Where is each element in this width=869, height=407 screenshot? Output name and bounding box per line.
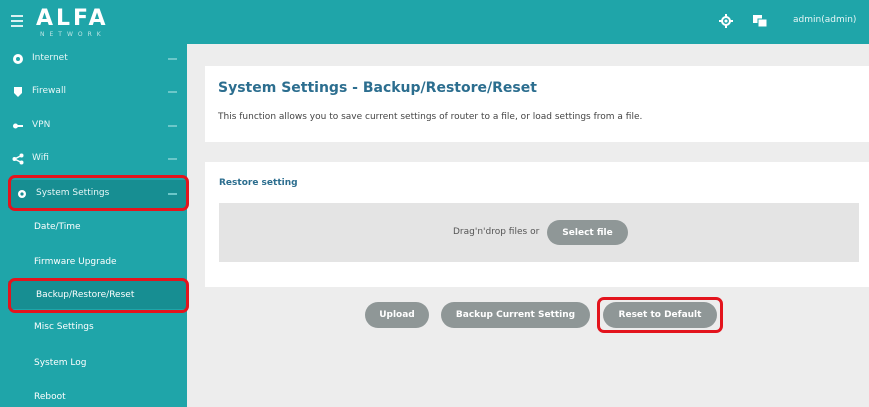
highlight-system-settings bbox=[8, 175, 189, 211]
sidebar-item-firewall[interactable]: Firewall bbox=[0, 77, 187, 107]
shield-icon bbox=[14, 87, 22, 97]
sidebar-item-label: VPN bbox=[32, 120, 51, 130]
sidebar-item-label: Internet bbox=[32, 53, 68, 63]
chevron-icon bbox=[168, 91, 177, 93]
upload-button[interactable]: Upload bbox=[365, 302, 429, 328]
sidebar-item-label: Firewall bbox=[32, 86, 66, 96]
sidebar-subitem-firmware-upgrade[interactable]: Firmware Upgrade bbox=[34, 257, 117, 267]
globe-icon bbox=[13, 54, 23, 64]
chevron-icon bbox=[168, 125, 177, 127]
select-file-button[interactable]: Select file bbox=[547, 220, 628, 245]
sidebar-subitem-date-time[interactable]: Date/Time bbox=[34, 222, 81, 232]
user-menu[interactable]: admin(admin) bbox=[793, 15, 856, 25]
sidebar-item-label: Wifi bbox=[32, 153, 49, 163]
sidebar-subitem-misc-settings[interactable]: Misc Settings bbox=[34, 322, 94, 332]
sidebar-subitem-reboot[interactable]: Reboot bbox=[34, 392, 66, 402]
sidebar-item-internet[interactable]: Internet bbox=[0, 44, 187, 74]
chevron-icon bbox=[168, 158, 177, 160]
highlight-reset-to-default bbox=[597, 297, 723, 333]
alfa-logo[interactable]: ALFA bbox=[36, 7, 109, 31]
key-icon bbox=[13, 123, 23, 129]
sidebar-subitem-system-log[interactable]: System Log bbox=[34, 358, 87, 368]
page-title: System Settings - Backup/Restore/Reset bbox=[218, 80, 537, 96]
section-label-restore: Restore setting bbox=[219, 178, 298, 188]
chevron-icon bbox=[168, 58, 177, 60]
menu-icon[interactable] bbox=[11, 15, 23, 27]
dropzone-text: Drag'n'drop files or bbox=[453, 227, 540, 237]
settings-icon[interactable] bbox=[718, 13, 734, 29]
share-icon bbox=[12, 153, 24, 165]
alfa-logo-subtext: NETWORK bbox=[40, 31, 106, 38]
page-description: This function allows you to save current… bbox=[218, 112, 643, 122]
sidebar-item-vpn[interactable]: VPN bbox=[0, 111, 187, 141]
header-card bbox=[205, 66, 869, 142]
backup-current-setting-button[interactable]: Backup Current Setting bbox=[441, 302, 590, 328]
highlight-backup-restore-reset bbox=[8, 278, 189, 313]
top-bar: ALFA NETWORK admin(admin) bbox=[0, 0, 869, 44]
language-icon[interactable] bbox=[752, 13, 768, 29]
sidebar-item-wifi[interactable]: Wifi bbox=[0, 144, 187, 174]
